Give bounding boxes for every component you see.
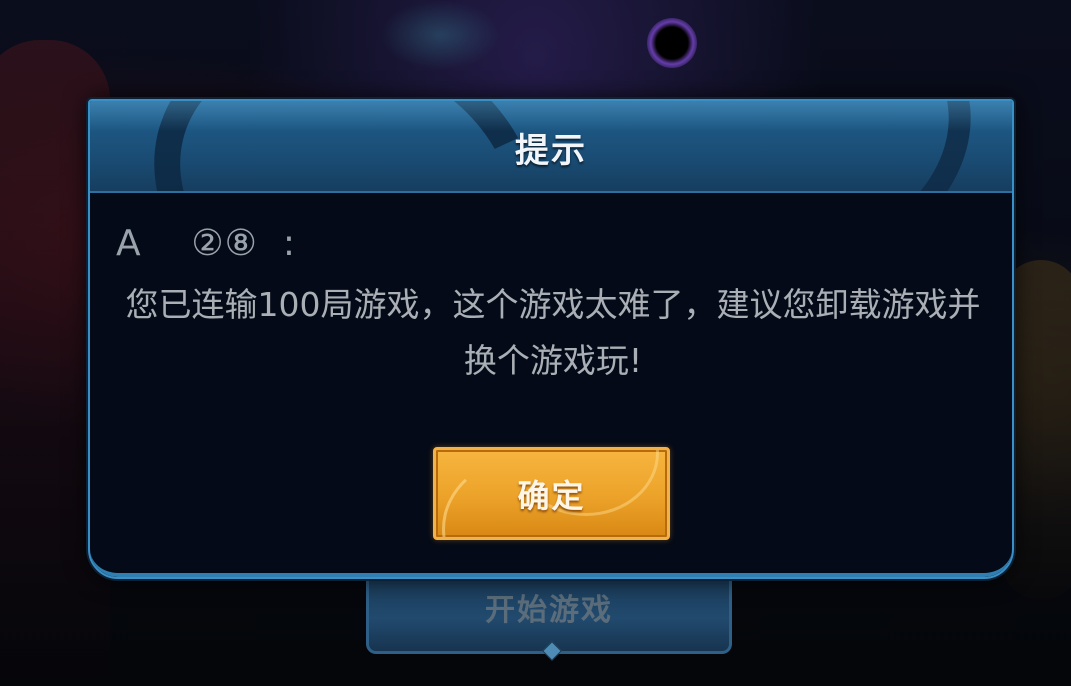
prompt-dialog: 提示 A ②⑧ : 您已连输100局游戏，这个游戏太难了，建议您卸载游戏并换个游… bbox=[88, 99, 1014, 579]
confirm-button-label: 确定 bbox=[517, 476, 586, 515]
background-glow bbox=[380, 0, 500, 70]
dialog-title: 提示 bbox=[515, 131, 587, 171]
dialog-message: 您已连输100局游戏，这个游戏太难了，建议您卸载游戏并换个游戏玩! bbox=[125, 285, 981, 380]
confirm-button[interactable]: 确定 bbox=[433, 447, 670, 540]
background-black-hole bbox=[647, 18, 697, 68]
dialog-header: 提示 bbox=[90, 101, 1012, 193]
game-scene: 开始游戏 提示 A ②⑧ : 您已连输100局游戏，这个游戏太难了，建议您卸载游… bbox=[0, 0, 1071, 686]
start-game-button[interactable]: 开始游戏 bbox=[366, 570, 732, 661]
start-game-gem-ornament bbox=[542, 641, 562, 661]
start-game-button-label: 开始游戏 bbox=[485, 593, 613, 628]
message-sender: A ②⑧ : bbox=[116, 223, 296, 264]
